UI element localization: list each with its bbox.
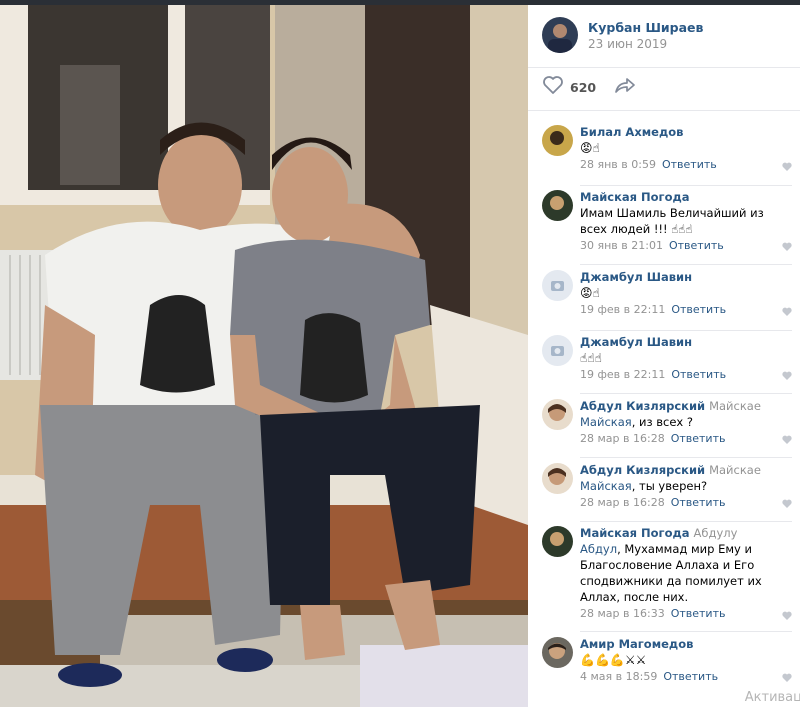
reply-to: Майскае [709,399,761,413]
divider [528,67,800,68]
heart-icon[interactable] [782,673,792,682]
mention-link[interactable]: Майская [580,415,632,429]
activation-watermark: Активац [744,690,800,705]
comment-time[interactable]: 28 янв в 0:59 [580,158,656,171]
author-name[interactable]: Курбан Шираев [588,19,703,36]
heart-icon[interactable] [782,162,792,171]
comment-time[interactable]: 28 мар в 16:33 [580,607,665,620]
mention-link[interactable]: Абдул [580,542,617,556]
reply-button[interactable]: Ответить [663,670,718,683]
comment-author[interactable]: Абдул Кизлярский Майскае [580,399,792,414]
reply-to: Майскае [709,463,761,477]
comment-author[interactable]: Майская Погода [580,190,792,205]
comment-time[interactable]: 30 янв в 21:01 [580,239,663,252]
divider [528,110,800,111]
heart-icon[interactable] [782,371,792,380]
comment-time[interactable]: 28 мар в 16:28 [580,432,665,445]
avatar[interactable] [542,190,573,221]
post-photo[interactable] [0,5,528,707]
divider [580,631,792,632]
comment-time[interactable]: 19 фев в 22:11 [580,303,665,316]
comment-text: Абдул, Мухаммад мир Ему и Благословение … [580,542,762,604]
divider [580,185,792,186]
share-arrow-icon[interactable] [614,76,636,98]
reply-button[interactable]: Ответить [671,432,726,445]
comment-time[interactable]: 19 фев в 22:11 [580,368,665,381]
divider [580,330,792,331]
heart-icon[interactable] [782,611,792,620]
divider [580,521,792,522]
comment-time[interactable]: 4 мая в 18:59 [580,670,657,683]
reply-button[interactable]: Ответить [671,607,726,620]
heart-icon[interactable] [782,307,792,316]
mention-link[interactable]: Майская [580,479,632,493]
post-date[interactable]: 23 июн 2019 [588,36,703,52]
post-author[interactable]: Курбан Шираев 23 июн 2019 [542,15,703,55]
avatar[interactable] [542,463,573,494]
avatar[interactable] [542,637,573,668]
comment-author[interactable]: Майская Погода Абдулу [580,526,792,541]
photo-image [0,5,528,707]
comment-text: ☝☝☝ [580,351,602,365]
comment-author[interactable]: Абдул Кизлярский Майскае [580,463,792,478]
comment-author[interactable]: Джамбул Шавин [580,270,792,285]
post-actions: 620 [542,75,636,99]
comment-author[interactable]: Билал Ахмедов [580,125,792,140]
divider [580,264,792,265]
avatar[interactable] [542,335,573,366]
comment-text: Майская, ты уверен? [580,479,708,493]
divider [580,393,792,394]
reply-button[interactable]: Ответить [671,303,726,316]
heart-icon[interactable] [782,499,792,508]
avatar[interactable] [542,526,573,557]
comment-time[interactable]: 28 мар в 16:28 [580,496,665,509]
heart-icon[interactable] [782,435,792,444]
like-count[interactable]: 620 [570,80,596,95]
reply-to: Абдулу [693,526,738,540]
heart-icon[interactable] [542,75,564,99]
comment-author[interactable]: Джамбул Шавин [580,335,792,350]
post-sidebar: Курбан Шираев 23 июн 2019 620 Билал Ахме… [528,5,800,707]
avatar[interactable] [542,399,573,430]
reply-button[interactable]: Ответить [671,496,726,509]
reply-button[interactable]: Ответить [671,368,726,381]
comment-author[interactable]: Амир Магомедов [580,637,792,652]
divider [580,457,792,458]
comment-text: 😡☝ [580,286,600,300]
reply-button[interactable]: Ответить [662,158,717,171]
reply-button[interactable]: Ответить [669,239,724,252]
avatar[interactable] [542,125,573,156]
comment-text: 💪💪💪⚔⚔ [580,653,647,667]
comment-text: Имам Шамиль Величайший из всех людей !!!… [580,206,764,236]
comment-text: Майская, из всех ? [580,415,693,429]
comment-text: 😡☝ [580,141,600,155]
heart-icon[interactable] [782,242,792,251]
author-avatar[interactable] [542,17,578,53]
avatar[interactable] [542,270,573,301]
